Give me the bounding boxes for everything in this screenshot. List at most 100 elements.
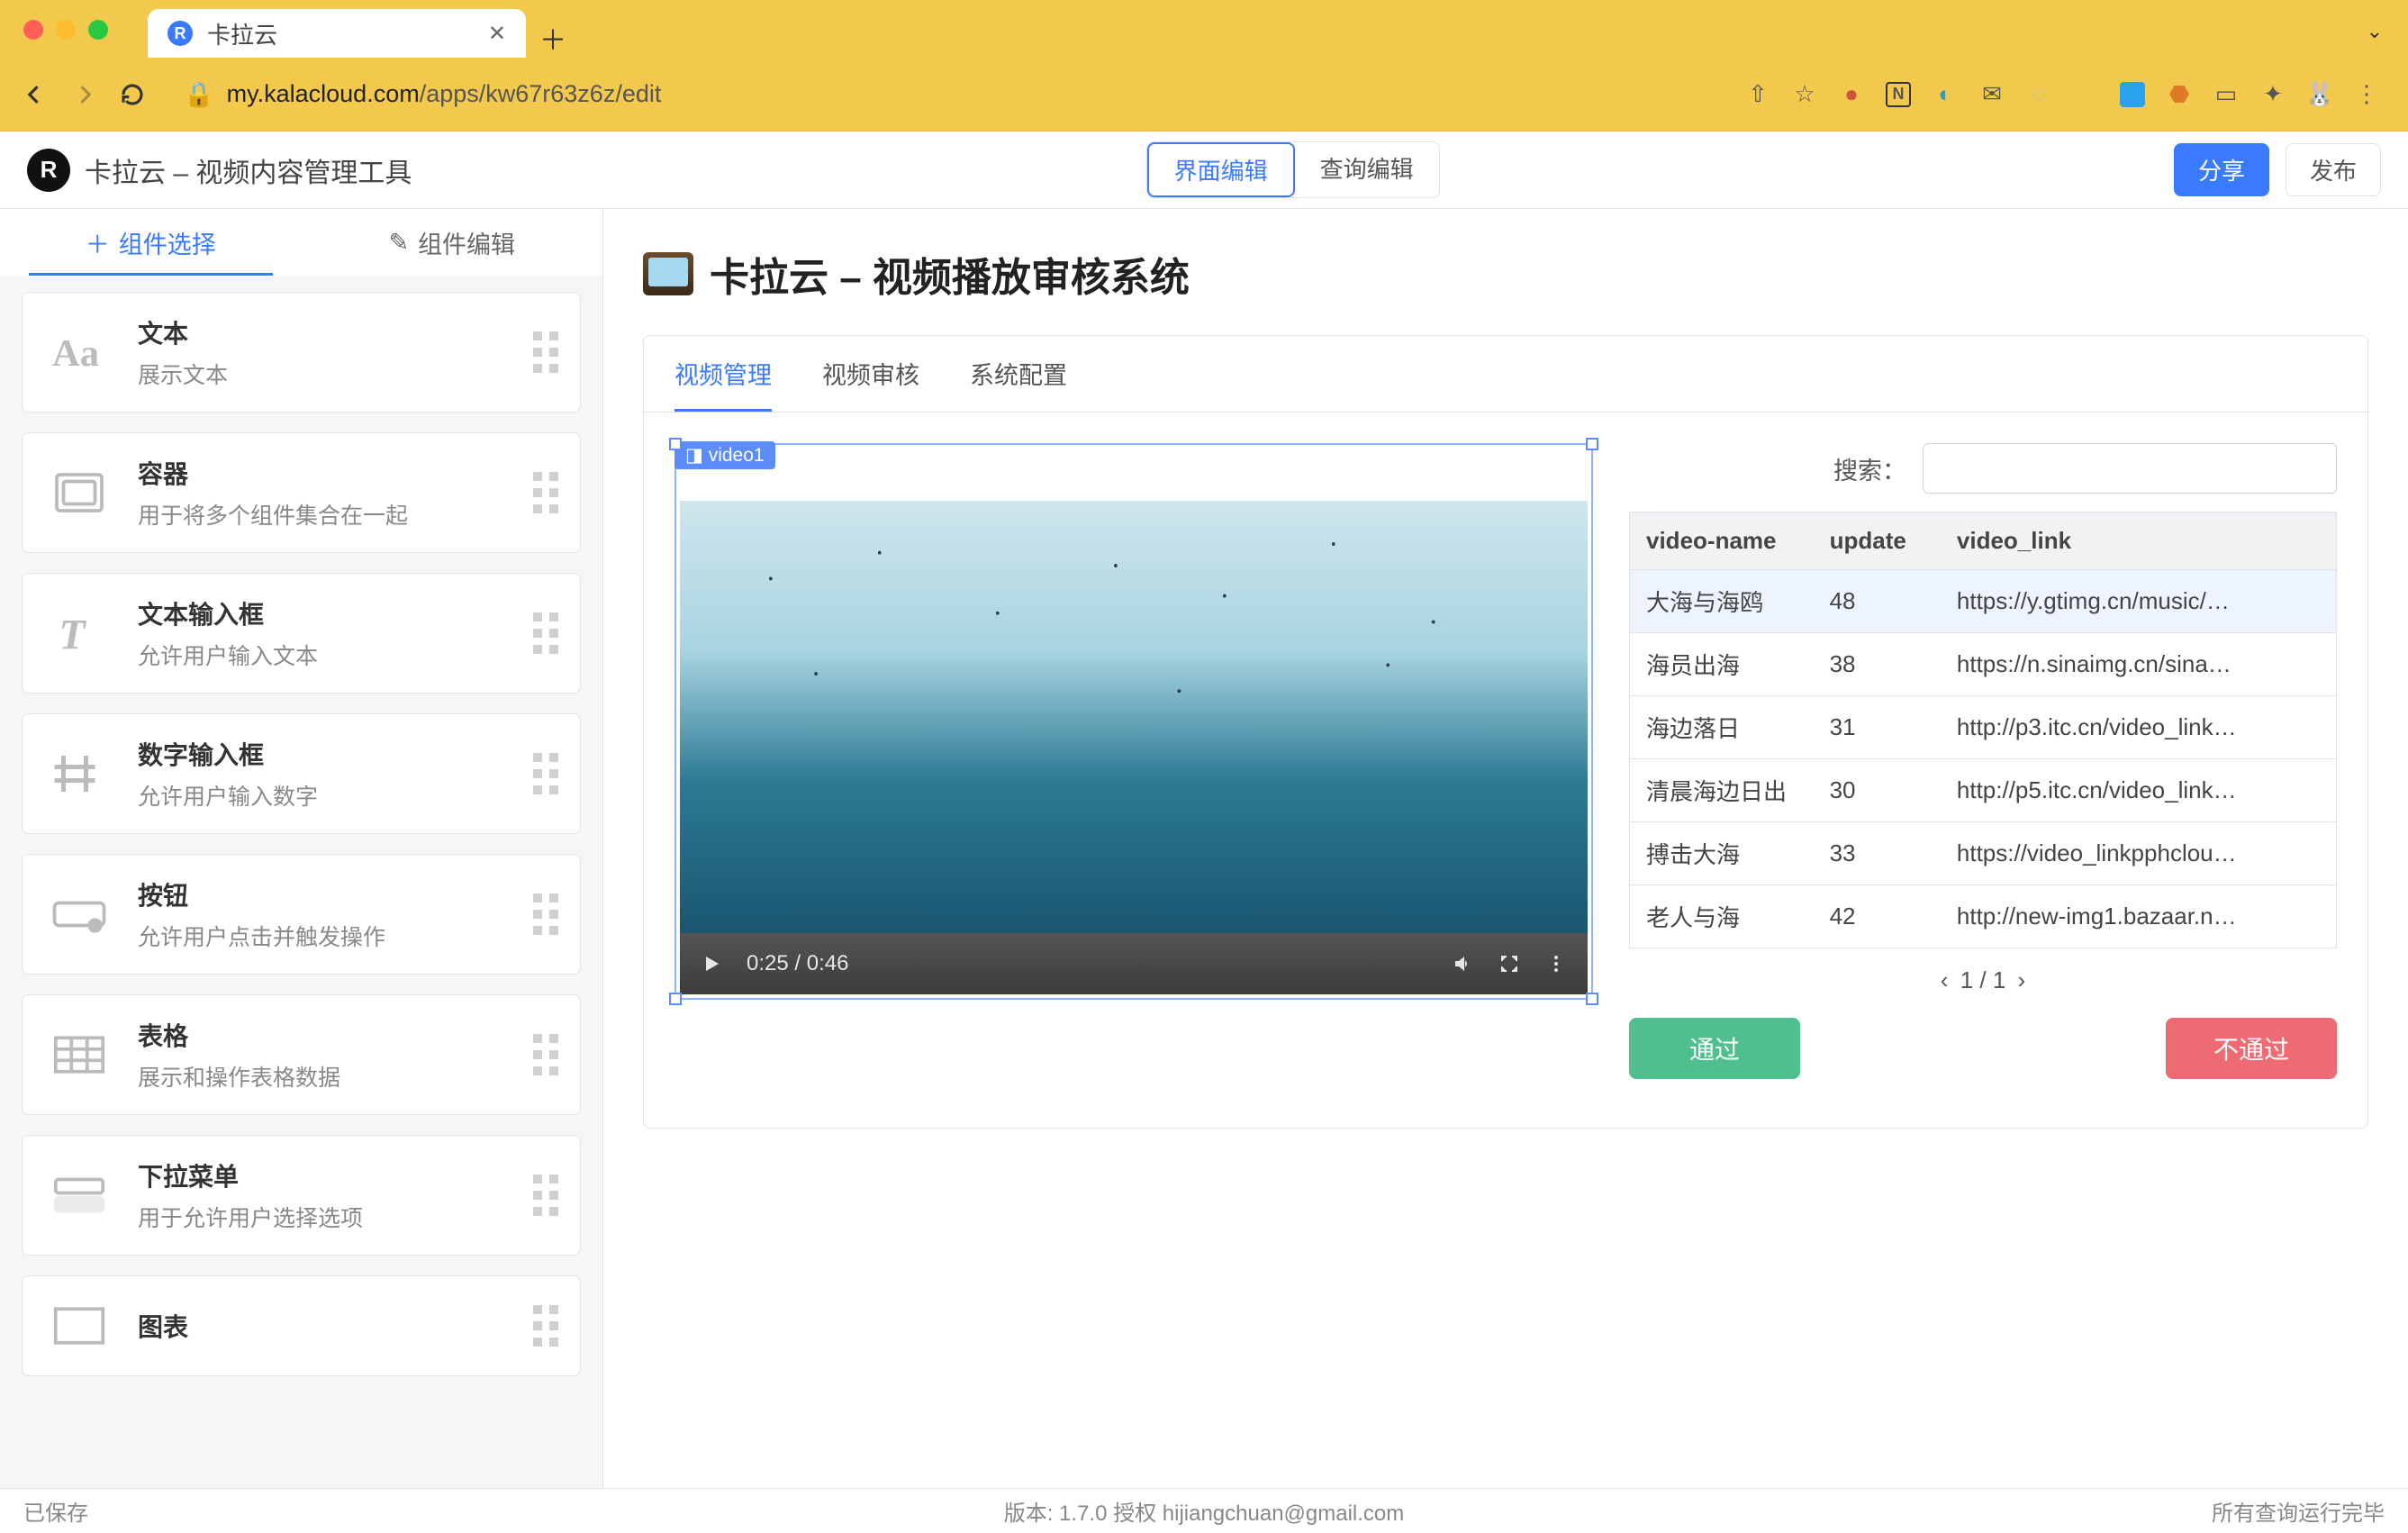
action-row: 通过 不通过 [1629,1018,2337,1079]
more-icon[interactable] [1544,952,1568,975]
pager-prev-icon[interactable]: ‹ [1935,966,1954,993]
minimize-window-icon[interactable] [56,20,76,40]
maximize-window-icon[interactable] [88,20,108,40]
ext-icon[interactable]: 🐰 [2307,82,2332,107]
ext-icon[interactable] [2120,82,2145,107]
component-card[interactable]: 图表 [22,1275,581,1376]
table-row[interactable]: 大海与海鸥48https://y.gtimg.cn/music/… [1630,570,2337,633]
pass-button[interactable]: 通过 [1629,1018,1800,1079]
panel-body: ◨ video1 0:25 / 0:46 [644,413,2367,1110]
window-controls[interactable] [23,20,108,40]
table-header[interactable]: update [1814,513,1941,570]
mail-icon[interactable]: ✉ [1979,82,2005,107]
reject-button[interactable]: 不通过 [2166,1018,2337,1079]
table-header[interactable]: video-name [1630,513,1814,570]
browser-chrome: R 卡拉云 ✕ ＋ ⌄ 🔒 my.kalacloud.com/apps/kw67… [0,0,2408,132]
container-icon [44,465,114,521]
table-row[interactable]: 老人与海42http://new-img1.bazaar.n… [1630,885,2337,948]
pager-next-icon[interactable]: › [2013,966,2032,993]
header-actions: 分享 发布 [2174,143,2381,196]
svg-text:T: T [59,612,87,658]
puzzle-icon[interactable]: ✦ [2260,82,2286,107]
drag-handle-icon[interactable] [533,331,558,373]
panel-tab[interactable]: 视频审核 [822,356,919,412]
table-cell: 搏击大海 [1630,822,1814,885]
url-field[interactable]: 🔒 my.kalacloud.com/apps/kw67r63z6z/edit [166,70,1718,119]
ext-icon[interactable]: ▭ [2213,82,2239,107]
sidebar-tab-add[interactable]: ＋ 组件选择 [0,209,302,276]
video-component[interactable]: ◨ video1 0:25 / 0:46 [674,443,1593,1000]
edit-icon: ✎ [388,229,409,257]
ext-icon[interactable]: ◐ [1933,82,1958,107]
new-tab-button[interactable]: ＋ [539,18,567,47]
resize-handle[interactable] [669,993,682,1005]
search-row: 搜索： [1629,443,2337,494]
back-icon[interactable] [20,79,50,110]
ext-icon[interactable] [2073,82,2098,107]
panel-tab[interactable]: 系统配置 [970,356,1067,412]
drag-handle-icon[interactable] [533,893,558,935]
table-row[interactable]: 海员出海38https://n.sinaimg.cn/sina… [1630,633,2337,696]
resize-handle[interactable] [669,438,682,450]
status-center: 版本: 1.7.0 授权 hijiangchuan@gmail.com [1004,1495,1405,1527]
drag-handle-icon[interactable] [533,753,558,794]
component-tag: ◨ video1 [674,441,775,469]
component-title: 容器 [138,455,510,491]
mode-query-tab[interactable]: 查询编辑 [1295,142,1439,197]
ext-icon[interactable]: ● [1839,82,1864,107]
share-button[interactable]: 分享 [2174,143,2269,196]
star-icon[interactable]: ☆ [1792,82,1817,107]
component-list[interactable]: Aa文本展示文本容器用于将多个组件集合在一起 T文本输入框允许用户输入文本数字输入… [0,276,602,1488]
table-cell: 海边落日 [1630,696,1814,759]
drag-handle-icon[interactable] [533,1034,558,1075]
table-cell: https://n.sinaimg.cn/sina… [1941,633,2337,696]
browser-tab[interactable]: R 卡拉云 ✕ [148,9,526,58]
component-card[interactable]: T文本输入框允许用户输入文本 [22,573,581,694]
share-icon[interactable]: ⇧ [1745,82,1770,107]
drag-handle-icon[interactable] [533,1305,558,1347]
component-tag-label: video1 [709,445,765,466]
brand: R 卡拉云 – 视频内容管理工具 [27,149,412,192]
canvas: 卡拉云 – 视频播放审核系统 视频管理视频审核系统配置 ◨ video1 [603,209,2408,1488]
mode-editor-tab[interactable]: 界面编辑 [1147,142,1295,197]
volume-icon[interactable] [1451,952,1474,975]
drag-handle-icon[interactable] [533,1175,558,1216]
component-card[interactable]: 数字输入框允许用户输入数字 [22,713,581,834]
component-card[interactable]: 表格展示和操作表格数据 [22,994,581,1115]
table-row[interactable]: 海边落日31http://p3.itc.cn/video_link… [1630,696,2337,759]
reload-icon[interactable] [117,79,148,110]
chevron-down-icon[interactable]: ⌄ [2367,20,2383,43]
table-cell: https://video_linkpphclou… [1941,822,2337,885]
forward-icon[interactable] [68,79,99,110]
search-input[interactable] [1923,443,2337,494]
table-header[interactable]: video_link [1941,513,2337,570]
table-row[interactable]: 清晨海边日出30http://p5.itc.cn/video_link… [1630,759,2337,822]
drag-handle-icon[interactable] [533,612,558,654]
table-cell: 清晨海边日出 [1630,759,1814,822]
chart-icon [44,1298,114,1354]
pager-text: 1 / 1 [1960,966,2006,993]
sidebar-tab-edit[interactable]: ✎ 组件编辑 [302,209,603,276]
component-card[interactable]: 下拉菜单用于允许用户选择选项 [22,1135,581,1256]
component-desc: 展示文本 [138,358,510,390]
publish-button[interactable]: 发布 [2286,143,2381,196]
panel-tab[interactable]: 视频管理 [674,356,772,412]
component-card[interactable]: 容器用于将多个组件集合在一起 [22,432,581,553]
pager: ‹ 1 / 1 › [1629,966,2337,994]
ext-icon[interactable]: N [1886,82,1911,107]
drag-handle-icon[interactable] [533,472,558,513]
fullscreen-icon[interactable] [1498,952,1521,975]
close-window-icon[interactable] [23,20,43,40]
component-card[interactable]: Aa文本展示文本 [22,292,581,413]
ext-icon[interactable]: ◌ [2026,82,2051,107]
table-cell: 31 [1814,696,1941,759]
video-controls: 0:25 / 0:46 [680,933,1588,994]
close-tab-icon[interactable]: ✕ [488,21,506,47]
table-row[interactable]: 搏击大海33https://video_linkpphclou… [1630,822,2337,885]
play-icon[interactable] [700,952,723,975]
component-card[interactable]: 按钮允许用户点击并触发操作 [22,854,581,975]
resize-handle[interactable] [1586,438,1598,450]
menu-icon[interactable]: ⋮ [2354,82,2379,107]
ext-icon[interactable]: ⬣ [2167,82,2192,107]
resize-handle[interactable] [1586,993,1598,1005]
